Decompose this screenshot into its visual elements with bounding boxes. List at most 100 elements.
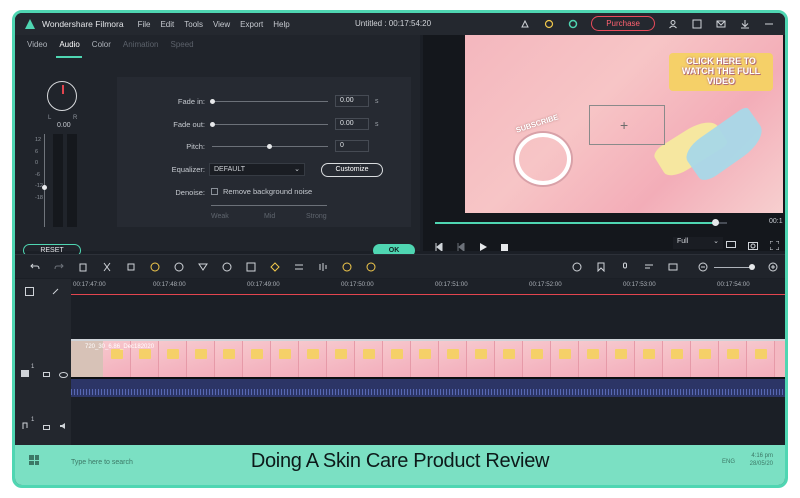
voiceover-icon[interactable] xyxy=(643,261,655,273)
meter-tick: -18 xyxy=(35,194,43,201)
fade-in-field[interactable]: 0.00 xyxy=(335,95,369,107)
menu-tools[interactable]: Tools xyxy=(184,20,203,29)
timer-icon[interactable] xyxy=(221,261,233,273)
subscribe-text: SUBSCRIBE xyxy=(514,112,560,135)
fade-out-field[interactable]: 0.00 xyxy=(335,118,369,130)
zoom-slider[interactable] xyxy=(714,267,754,268)
render-icon[interactable] xyxy=(571,261,583,273)
meter-tick: 6 xyxy=(35,148,39,155)
level-meter-left xyxy=(53,134,63,227)
panel-tabs: Video Audio Color Animation Speed xyxy=(15,35,420,54)
denoise-checkbox[interactable] xyxy=(211,188,218,195)
ruler-tick: 00:17:53:00 xyxy=(623,281,656,288)
redo-icon[interactable] xyxy=(53,261,65,273)
undo-icon[interactable] xyxy=(29,261,41,273)
zoom-out-icon[interactable] xyxy=(697,261,709,273)
menu-bar: Wondershare Filmora File Edit Tools View… xyxy=(15,13,785,35)
timeline-ruler[interactable]: 00:17:47:00 00:17:48:00 00:17:49:00 00:1… xyxy=(71,279,785,295)
denoise-slider[interactable] xyxy=(211,205,327,206)
marker-icon[interactable] xyxy=(595,261,607,273)
preview-tools xyxy=(726,237,780,255)
subscribe-circle xyxy=(515,133,571,185)
clip-thumbnail xyxy=(187,341,215,377)
zoom-in-icon[interactable] xyxy=(767,261,779,273)
color-icon[interactable] xyxy=(173,261,185,273)
clip-thumbnail xyxy=(439,341,467,377)
download-icon[interactable] xyxy=(739,18,751,30)
account-icon[interactable] xyxy=(667,18,679,30)
quality-select[interactable]: Full ⌄ xyxy=(673,237,723,249)
tab-audio[interactable]: Audio xyxy=(59,40,79,49)
auto-enhance-icon[interactable] xyxy=(341,261,353,273)
meter-tick: 0 xyxy=(35,160,39,166)
save-icon[interactable] xyxy=(691,18,703,30)
clip-thumbnail xyxy=(271,341,299,377)
tab-speed[interactable]: Speed xyxy=(171,40,194,49)
crop-icon[interactable] xyxy=(125,261,137,273)
microphone-icon[interactable] xyxy=(619,261,631,273)
snapshot-timeline-icon[interactable] xyxy=(667,261,679,273)
denoise-strong: Strong xyxy=(306,213,327,220)
fade-out-slider[interactable] xyxy=(212,124,328,125)
waveform-bars xyxy=(71,389,785,395)
speaker-icon[interactable] xyxy=(59,417,68,435)
video-track-icon xyxy=(21,364,29,382)
fade-in-handle[interactable] xyxy=(210,99,215,104)
menu-edit[interactable]: Edit xyxy=(160,20,174,29)
pitch-field[interactable]: 0 xyxy=(335,140,369,152)
menu-help[interactable]: Help xyxy=(273,20,289,29)
fade-out-handle[interactable] xyxy=(210,122,215,127)
zoom-slider-handle[interactable] xyxy=(749,264,755,270)
playhead-line xyxy=(71,294,785,295)
tab-animation[interactable]: Animation xyxy=(123,40,159,49)
adjust-icon[interactable] xyxy=(293,261,305,273)
volume-slider-handle[interactable] xyxy=(42,185,47,190)
menu-view[interactable]: View xyxy=(213,20,230,29)
green-screen-icon[interactable] xyxy=(197,261,209,273)
tab-color[interactable]: Color xyxy=(92,40,111,49)
system-tray: ENG 4:16 pm 28/05/20 xyxy=(722,452,773,468)
title-bar-actions: Purchase xyxy=(519,16,775,31)
video-preview[interactable]: CLICK HERE TO WATCH THE FULL VIDEO SUBSC… xyxy=(465,35,783,213)
audio-lock-icon[interactable] xyxy=(43,417,50,435)
playback-progress-handle[interactable] xyxy=(712,219,719,226)
mail-icon[interactable] xyxy=(715,18,727,30)
minimize-icon[interactable] xyxy=(763,18,775,30)
equalizer-select[interactable]: DEFAULT ⌄ xyxy=(209,163,305,176)
lock-icon[interactable] xyxy=(43,364,50,382)
fade-in-slider[interactable] xyxy=(212,101,328,102)
playback-progress[interactable] xyxy=(435,222,717,224)
eye-icon[interactable] xyxy=(59,365,68,383)
refresh-icon[interactable] xyxy=(567,18,579,30)
clip-thumbnail xyxy=(327,341,355,377)
cut-icon[interactable] xyxy=(101,261,113,273)
tab-video[interactable]: Video xyxy=(27,40,47,49)
keyframe-icon[interactable] xyxy=(269,261,281,273)
fullscreen-icon[interactable] xyxy=(769,237,780,255)
denoise-weak: Weak xyxy=(211,213,229,220)
bulb-icon[interactable] xyxy=(519,18,531,30)
speed-icon[interactable] xyxy=(149,261,161,273)
clip-thumbnail xyxy=(411,341,439,377)
menu-export[interactable]: Export xyxy=(240,20,263,29)
monitor-icon[interactable] xyxy=(726,237,736,255)
audio-split-icon[interactable] xyxy=(317,261,329,273)
fade-in-unit: s xyxy=(375,98,379,105)
ruler-tick: 00:17:48:00 xyxy=(153,281,186,288)
gift-icon[interactable] xyxy=(543,18,555,30)
customize-button[interactable]: Customize xyxy=(321,163,383,177)
delete-icon[interactable] xyxy=(77,261,89,273)
link-icon[interactable] xyxy=(51,283,60,301)
pitch-handle[interactable] xyxy=(267,144,272,149)
stabilize-icon[interactable] xyxy=(245,261,257,273)
ai-portrait-icon[interactable] xyxy=(365,261,377,273)
balance-knob[interactable] xyxy=(47,81,77,111)
video-clip[interactable] xyxy=(71,339,785,377)
menu-file[interactable]: File xyxy=(138,20,151,29)
active-tab-indicator xyxy=(56,56,82,58)
purchase-button[interactable]: Purchase xyxy=(591,16,655,31)
volume-slider-track[interactable] xyxy=(44,134,45,227)
add-track-icon[interactable] xyxy=(25,283,34,301)
snapshot-icon[interactable] xyxy=(748,237,758,255)
fade-out-label: Fade out: xyxy=(173,120,205,129)
